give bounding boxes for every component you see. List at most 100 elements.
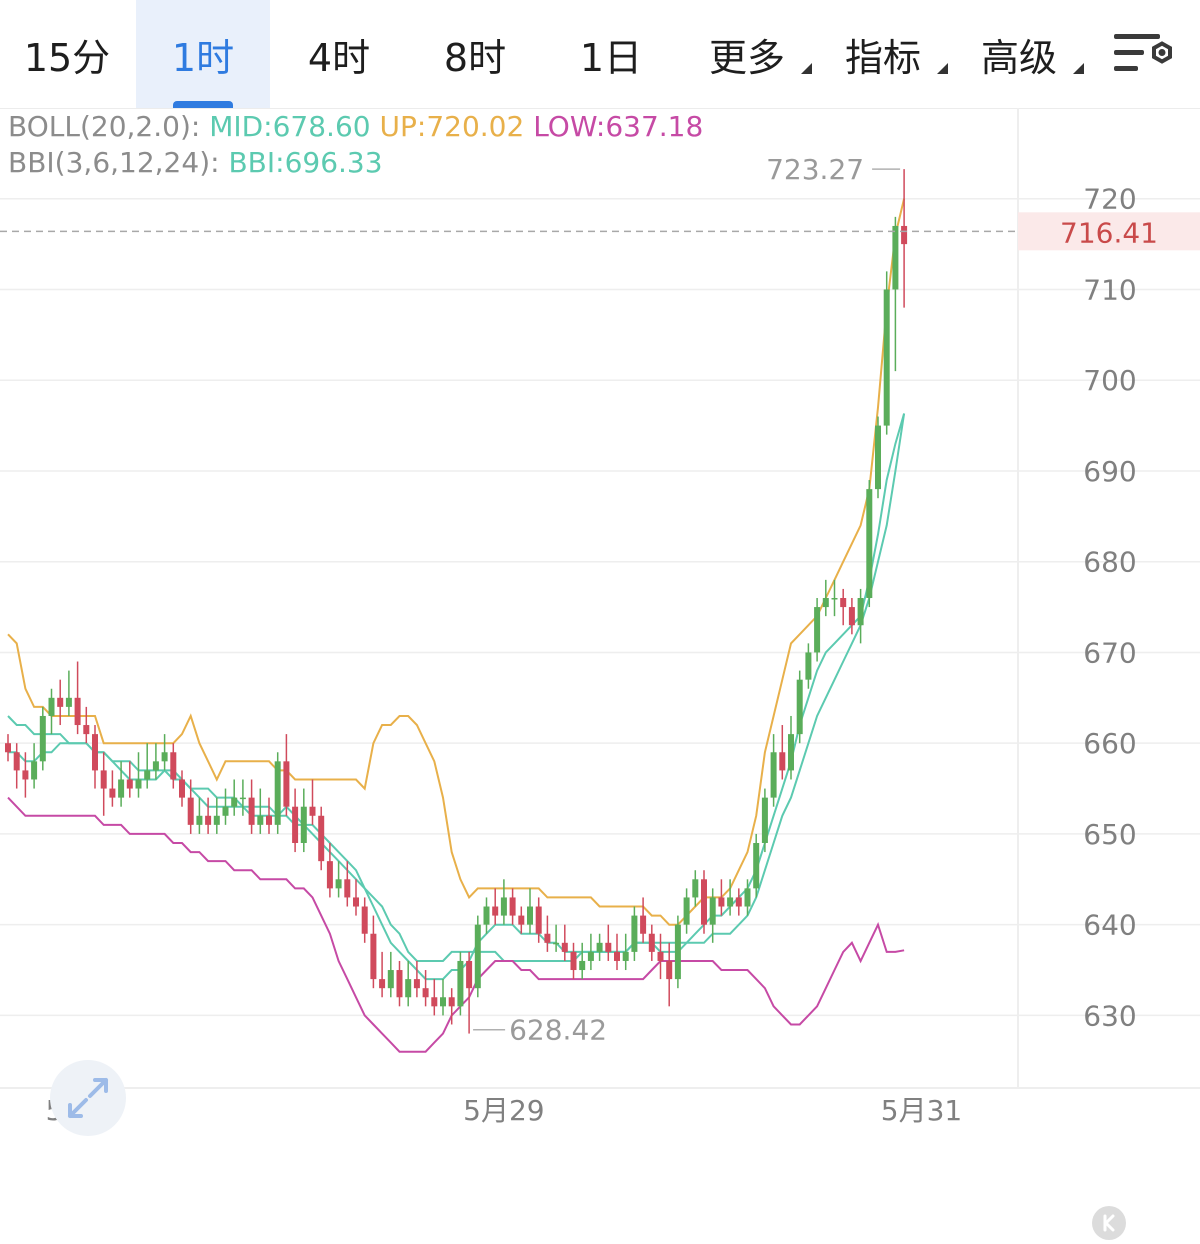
candle-body — [231, 797, 238, 807]
candle-body — [640, 915, 647, 934]
candle — [614, 933, 620, 971]
y-tick-label: 710 — [1083, 273, 1136, 306]
candle-body — [144, 770, 151, 780]
candle-body — [466, 960, 473, 989]
candle — [840, 588, 847, 626]
candle-body — [631, 915, 638, 952]
candle — [74, 661, 81, 735]
candle-body — [239, 797, 246, 800]
candle — [405, 960, 412, 1007]
tab-15m[interactable]: 15分 — [0, 0, 134, 108]
tab-8h[interactable]: 8时 — [408, 0, 542, 108]
candle-body — [857, 598, 864, 626]
candle-body — [205, 815, 212, 825]
tab-1d[interactable]: 1日 — [544, 0, 678, 108]
candle-body — [274, 761, 281, 825]
y-tick-label: 700 — [1083, 364, 1136, 397]
candle-body — [901, 225, 908, 245]
candle — [135, 752, 142, 798]
tab-advanced[interactable]: 高级 — [952, 0, 1086, 108]
settings-sliders-icon[interactable] — [1110, 26, 1172, 82]
candle-body — [440, 997, 446, 1007]
y-tick-label: 680 — [1083, 546, 1136, 579]
candle-body — [474, 924, 481, 989]
candle-body — [683, 897, 690, 925]
boll-mid-line — [7, 413, 906, 962]
candle-body — [770, 752, 777, 798]
candle — [196, 797, 203, 834]
boll-up-value: UP:720.02 — [379, 110, 525, 143]
candle-body — [622, 951, 629, 961]
candle — [318, 806, 325, 871]
candle-body — [561, 942, 568, 952]
candle-body — [152, 761, 159, 771]
y-tick-label: 650 — [1083, 818, 1136, 851]
candle-body — [31, 761, 38, 780]
candle — [701, 870, 707, 934]
candle-body — [535, 906, 542, 934]
candle — [544, 915, 551, 952]
candle — [370, 915, 377, 989]
k-icon[interactable] — [1092, 1206, 1126, 1240]
candle-body — [353, 897, 359, 907]
tab-label: 高级 — [980, 35, 1057, 80]
candlestick-chart[interactable]: 716.41 723.27 628.42 630 640 650 660 670 680 690… — [0, 108, 1200, 1240]
candle — [274, 752, 281, 834]
candle-body — [83, 725, 90, 735]
candle — [231, 779, 238, 816]
candle-body — [422, 988, 429, 998]
candle-body — [318, 815, 325, 862]
candle-body — [109, 788, 116, 798]
candle — [657, 933, 664, 980]
candle-body — [187, 797, 194, 825]
candle — [248, 779, 255, 834]
candle — [822, 579, 829, 617]
candle-body — [413, 979, 420, 989]
candle — [718, 879, 725, 916]
candle-body — [448, 997, 455, 1007]
boll-low-value: LOW:637.18 — [533, 110, 704, 143]
candle — [440, 979, 446, 1016]
candle-body — [161, 752, 168, 762]
candle — [587, 933, 594, 971]
x-tick-label: 5月31 — [881, 1094, 962, 1127]
boll-name: BOLL(20,2.0): — [8, 110, 201, 143]
candle — [266, 797, 272, 834]
candle — [648, 924, 655, 961]
candle-body — [875, 425, 881, 490]
tab-4h[interactable]: 4时 — [272, 0, 406, 108]
candle-body — [866, 489, 873, 598]
candle-body — [831, 598, 838, 600]
bbi-legend: BBI(3,6,12,24): BBI:696.33 — [8, 146, 383, 179]
candle — [57, 679, 64, 726]
candle — [309, 779, 316, 825]
candle-body — [709, 897, 716, 925]
tab-1h[interactable]: 1时 — [136, 0, 270, 108]
candle-body — [727, 897, 734, 907]
candle — [283, 734, 290, 816]
candle-body — [596, 942, 603, 952]
candle-body — [579, 960, 586, 971]
expand-arrows-icon[interactable] — [50, 1060, 126, 1136]
candle — [875, 416, 881, 499]
candle-body — [370, 933, 377, 980]
tab-indicators[interactable]: 指标 — [816, 0, 950, 108]
bbi-line — [8, 413, 906, 981]
tab-more[interactable]: 更多 — [680, 0, 814, 108]
candle-body — [892, 225, 899, 290]
candle — [857, 588, 864, 644]
candle-body — [744, 888, 751, 907]
high-price-label: 723.27 — [766, 153, 864, 186]
bbi-value: BBI:696.33 — [228, 146, 383, 179]
candle — [561, 924, 568, 961]
candle — [674, 915, 681, 989]
candle — [457, 951, 464, 1016]
candle-body — [666, 960, 673, 980]
candle-body — [718, 897, 725, 907]
candle-body — [483, 906, 490, 925]
candle-body — [361, 906, 368, 934]
candle-body — [100, 770, 107, 789]
candle — [92, 725, 98, 789]
candle-body — [518, 915, 525, 925]
candle-body — [544, 933, 551, 943]
